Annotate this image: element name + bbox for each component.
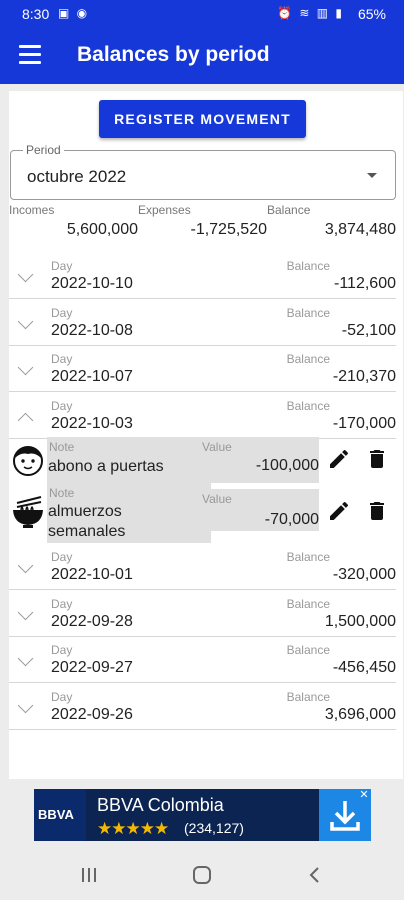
delete-icon[interactable] <box>365 447 389 471</box>
note-label: Note <box>49 440 75 454</box>
navigation-bar <box>0 850 404 900</box>
value-label: Value <box>202 440 232 454</box>
chevron-down-icon <box>17 650 34 667</box>
system-icons: ⏰ ≋ ▥ ▮ <box>277 6 344 20</box>
incomes-value: 5,600,000 <box>66 221 138 238</box>
movement-item[interactable]: Note almuerzos semanales Value -70,000 <box>9 483 396 543</box>
chevron-down-icon <box>17 359 34 376</box>
day-balance-label: Balance <box>286 399 330 413</box>
movement-value: -100,000 <box>255 457 319 474</box>
day-balance-label: Balance <box>286 690 330 704</box>
day-date: 2022-09-26 <box>51 706 133 723</box>
day-date: 2022-09-27 <box>51 659 133 676</box>
bbva-logo: BBVA <box>34 789 86 841</box>
day-balance-label: Balance <box>286 550 330 564</box>
period-value: octubre 2022 <box>27 167 127 186</box>
back-icon[interactable] <box>303 863 327 887</box>
battery-level: 65% <box>357 6 386 22</box>
day-date: 2022-10-10 <box>51 275 133 292</box>
ad-banner[interactable]: BBVA BBVA Colombia ★★★★★ (234,127) ✕ <box>34 789 371 841</box>
day-label: Day <box>51 306 73 320</box>
day-balance: 3,696,000 <box>324 706 396 723</box>
day-row[interactable]: Day 2022-09-26 Balance 3,696,000 <box>9 684 396 730</box>
noodle-bowl-icon <box>13 496 43 528</box>
day-row[interactable]: Day 2022-10-07 Balance -210,370 <box>9 346 396 392</box>
rating-count: (234,127) <box>184 820 244 836</box>
day-date: 2022-10-08 <box>51 322 133 339</box>
day-date: 2022-10-07 <box>51 368 133 385</box>
period-select[interactable]: Period octubre 2022 <box>10 143 396 200</box>
day-balance: -52,100 <box>341 322 396 339</box>
day-date: 2022-09-28 <box>51 613 133 630</box>
chevron-down-icon <box>17 697 34 714</box>
chevron-down-icon <box>17 557 34 574</box>
edit-icon[interactable] <box>327 499 351 523</box>
day-balance-label: Balance <box>286 643 330 657</box>
incomes-label: Incomes <box>9 203 55 217</box>
day-row[interactable]: Day 2022-10-08 Balance -52,100 <box>9 300 396 346</box>
balance-label: Balance <box>267 203 311 217</box>
day-balance-label: Balance <box>286 259 330 273</box>
note-value: abono a puertas <box>48 458 164 475</box>
day-balance-label: Balance <box>286 597 330 611</box>
day-label: Day <box>51 597 73 611</box>
day-balance: -210,370 <box>332 368 396 385</box>
register-movement-button[interactable]: REGISTER MOVEMENT <box>99 100 306 138</box>
dropdown-arrow-icon <box>367 173 377 178</box>
day-row[interactable]: Day 2022-09-28 Balance 1,500,000 <box>9 591 396 637</box>
delete-icon[interactable] <box>365 499 389 523</box>
app-bar: Balances by period <box>0 27 404 84</box>
status-bar: 8:30 ▣ ◉ ⏰ ≋ ▥ ▮ 65% <box>0 0 404 27</box>
expenses-label: Expenses <box>138 203 191 217</box>
chevron-down-icon <box>17 313 34 330</box>
day-balance: -320,000 <box>332 566 396 583</box>
movement-item[interactable]: Note abono a puertas Value -100,000 <box>9 437 396 483</box>
chevron-up-icon <box>17 412 34 429</box>
day-row-expanded[interactable]: Day 2022-10-03 Balance -170,000 <box>9 393 396 439</box>
note-value: almuerzos semanales <box>48 503 126 540</box>
notification-icons: ▣ ◉ <box>58 6 90 20</box>
edit-icon[interactable] <box>327 447 351 471</box>
day-label: Day <box>51 259 73 273</box>
day-row[interactable]: Day 2022-10-10 Balance -112,600 <box>9 253 396 299</box>
day-date: 2022-10-01 <box>51 566 133 583</box>
day-label: Day <box>51 399 73 413</box>
day-balance: -456,450 <box>332 659 396 676</box>
chevron-down-icon <box>17 604 34 621</box>
day-row[interactable]: Day 2022-10-01 Balance -320,000 <box>9 544 396 590</box>
movement-value: -70,000 <box>264 511 319 528</box>
day-balance-label: Balance <box>286 352 330 366</box>
close-icon[interactable]: ✕ <box>358 789 370 801</box>
face-icon <box>13 446 43 476</box>
day-row[interactable]: Day 2022-09-27 Balance -456,450 <box>9 637 396 683</box>
home-icon[interactable] <box>190 863 214 887</box>
menu-icon[interactable] <box>19 45 41 64</box>
status-time: 8:30 <box>22 6 50 22</box>
rating-stars: ★★★★★ <box>97 819 169 838</box>
balance-value: 3,874,480 <box>324 221 396 238</box>
day-label: Day <box>51 690 73 704</box>
day-balance: -170,000 <box>332 415 396 432</box>
expenses-value: -1,725,520 <box>190 221 267 238</box>
chevron-down-icon <box>17 266 34 283</box>
day-label: Day <box>51 550 73 564</box>
day-balance-label: Balance <box>286 306 330 320</box>
note-label: Note <box>49 486 75 500</box>
period-label: Period <box>23 143 64 157</box>
day-label: Day <box>51 352 73 366</box>
recents-icon[interactable] <box>77 863 101 887</box>
ad-title: BBVA Colombia <box>97 795 224 815</box>
page-title: Balances by period <box>77 43 270 66</box>
value-label: Value <box>202 492 232 506</box>
day-date: 2022-10-03 <box>51 415 133 432</box>
day-balance: -112,600 <box>334 275 396 292</box>
day-balance: 1,500,000 <box>324 613 396 630</box>
day-label: Day <box>51 643 73 657</box>
